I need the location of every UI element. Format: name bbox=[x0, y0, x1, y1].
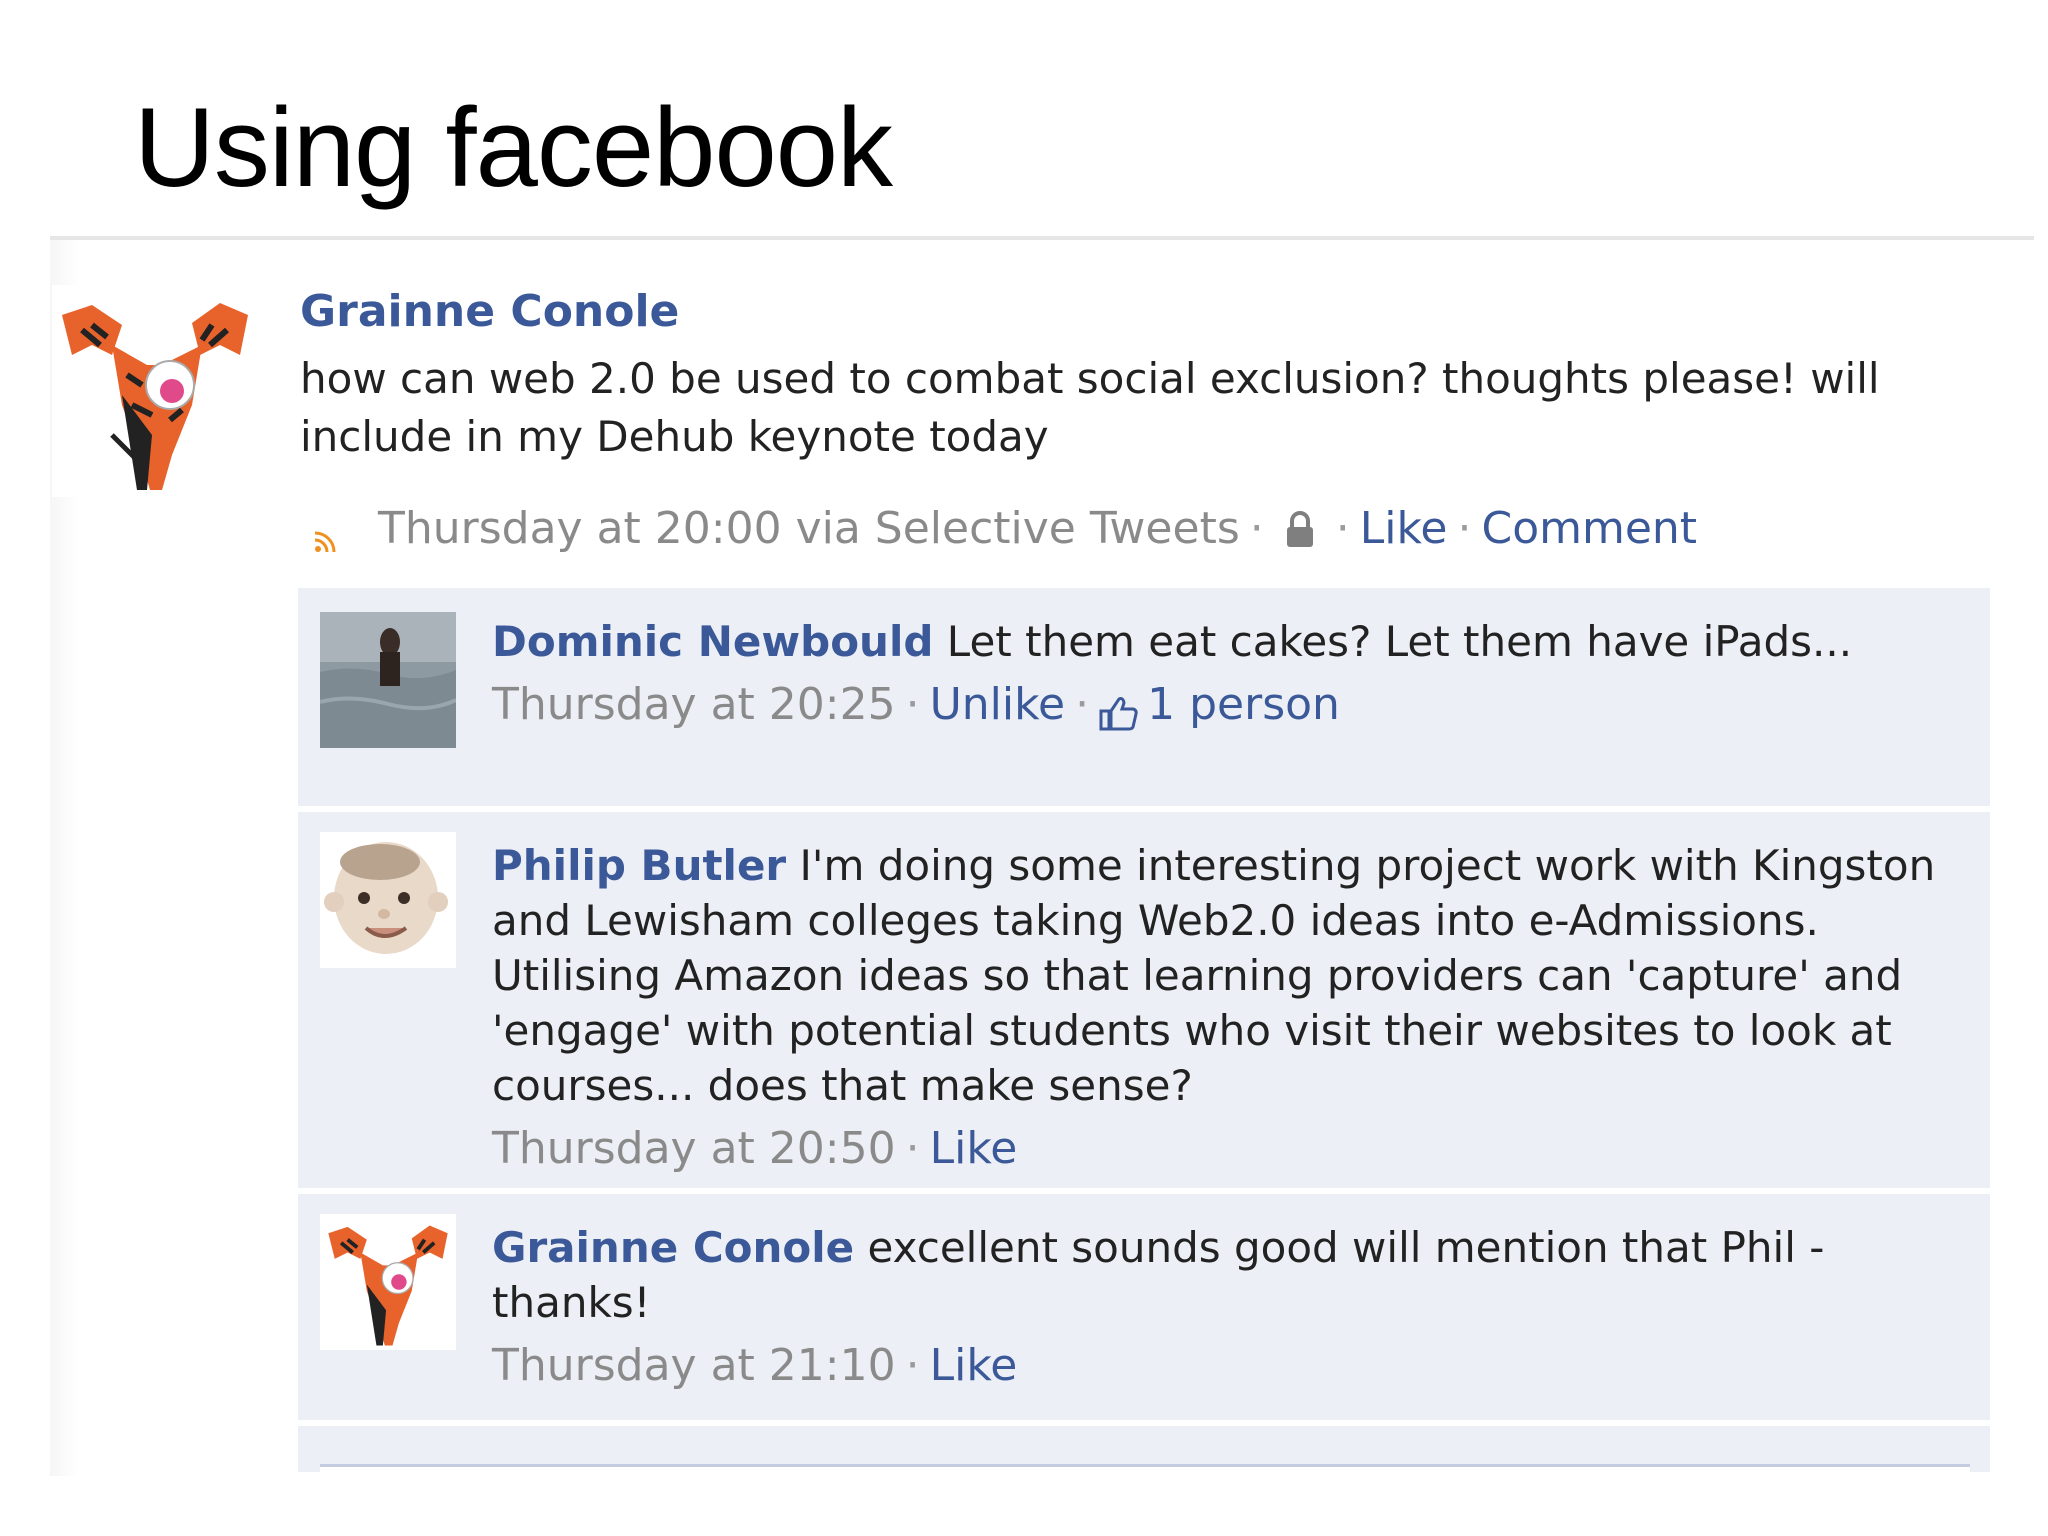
separator: · bbox=[905, 679, 920, 730]
like-link[interactable]: Like bbox=[930, 1336, 1018, 1396]
baby-photo-icon bbox=[320, 832, 456, 968]
comment-item: Philip Butler I'm doing some interesting… bbox=[298, 812, 1990, 1194]
separator: · bbox=[1075, 679, 1090, 730]
comment-author-name[interactable]: Dominic Newbould bbox=[492, 617, 933, 666]
like-link[interactable]: Like bbox=[930, 1119, 1018, 1179]
separator: · bbox=[1457, 502, 1472, 554]
thumbs-up-icon bbox=[1099, 687, 1139, 731]
comment-timestamp[interactable]: Thursday at 20:25 bbox=[492, 675, 896, 735]
post-author-name[interactable]: Grainne Conole bbox=[300, 286, 679, 337]
likes-count-link[interactable]: 1 person bbox=[1147, 675, 1340, 735]
comments-section: Dominic Newbould Let them eat cakes? Let… bbox=[298, 588, 1990, 1477]
comment-timestamp[interactable]: Thursday at 21:10 bbox=[492, 1336, 896, 1396]
post-meta: Thursday at 20:00 via Selective Tweets ·… bbox=[312, 500, 1697, 556]
commenter-avatar[interactable] bbox=[320, 1214, 456, 1350]
comment-meta: Thursday at 20:50 · Like bbox=[492, 1119, 1962, 1179]
comment-text: Let them eat cakes? Let them have iPads.… bbox=[946, 617, 1853, 666]
comment-timestamp[interactable]: Thursday at 20:50 bbox=[492, 1119, 896, 1179]
lock-icon[interactable] bbox=[1284, 509, 1316, 547]
comment-author-name[interactable]: Philip Butler bbox=[492, 841, 786, 890]
like-link[interactable]: Like bbox=[1360, 503, 1448, 554]
separator: · bbox=[905, 1340, 920, 1391]
comment-input[interactable] bbox=[320, 1464, 1970, 1477]
author-avatar[interactable] bbox=[52, 285, 258, 497]
commenter-avatar[interactable] bbox=[320, 832, 456, 968]
post-status-text: how can web 2.0 be used to combat social… bbox=[300, 354, 1880, 461]
comment-item: Dominic Newbould Let them eat cakes? Let… bbox=[298, 588, 1990, 812]
comment-meta: Thursday at 20:25 · Unlike · 1 person bbox=[492, 675, 1962, 735]
separator: · bbox=[1249, 502, 1264, 554]
unlike-link[interactable]: Unlike bbox=[930, 675, 1066, 735]
swimmer-photo-icon bbox=[320, 612, 456, 748]
separator: · bbox=[905, 1123, 920, 1174]
comment-meta: Thursday at 21:10 · Like bbox=[492, 1336, 1962, 1396]
post-timestamp[interactable]: Thursday at 20:00 via Selective Tweets bbox=[378, 503, 1240, 554]
slide-title: Using facebook bbox=[134, 85, 893, 210]
tigger-avatar-icon bbox=[52, 285, 258, 497]
commenter-avatar[interactable] bbox=[320, 612, 456, 748]
comment-author-name[interactable]: Grainne Conole bbox=[492, 1223, 854, 1272]
rss-feed-icon bbox=[312, 515, 338, 555]
comment-item: Grainne Conole excellent sounds good wil… bbox=[298, 1194, 1990, 1426]
comment-link[interactable]: Comment bbox=[1481, 503, 1697, 554]
separator: · bbox=[1335, 502, 1350, 554]
tigger-avatar-icon bbox=[321, 1214, 455, 1350]
